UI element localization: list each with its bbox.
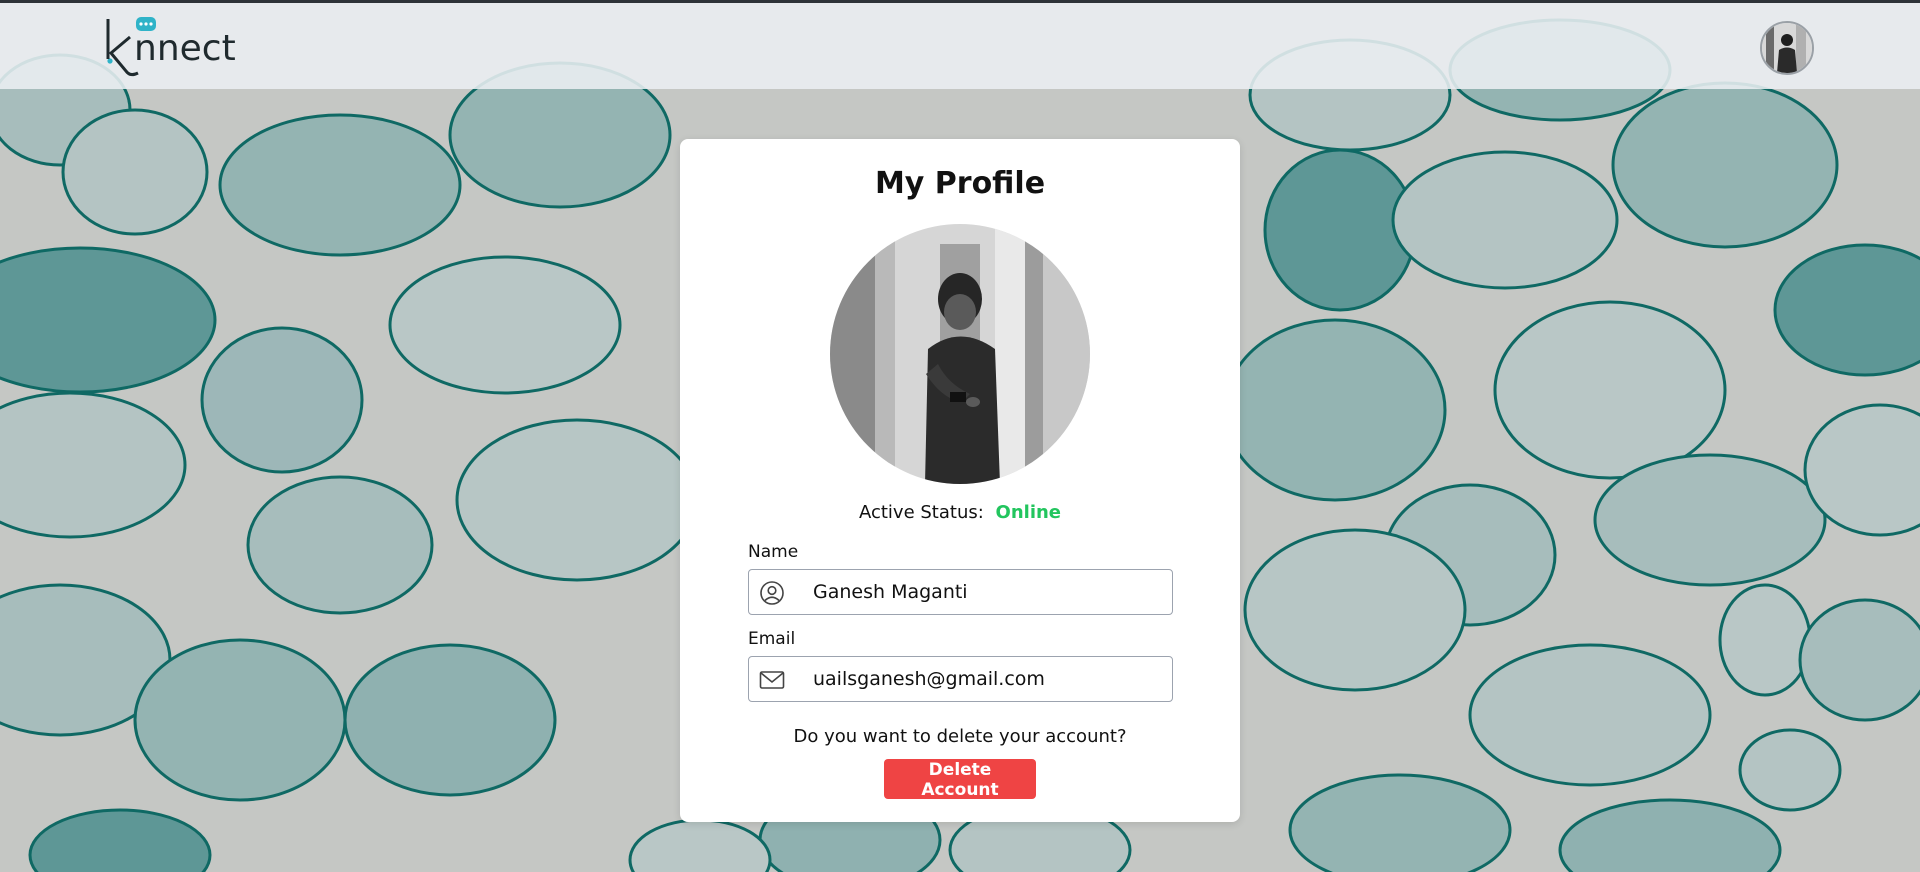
email-field[interactable] xyxy=(748,656,1173,702)
delete-account-question: Do you want to delete your account? xyxy=(793,726,1127,747)
name-input[interactable] xyxy=(813,570,1163,614)
email-label: Email xyxy=(748,629,796,649)
knnect-logo[interactable]: nnect xyxy=(104,15,264,81)
name-label: Name xyxy=(748,542,799,562)
logo-text: nnect xyxy=(134,28,236,69)
profile-photo[interactable] xyxy=(830,224,1090,484)
name-field[interactable] xyxy=(748,569,1173,615)
active-status-label: Active Status: xyxy=(858,502,984,523)
navbar-avatar[interactable] xyxy=(1760,21,1814,75)
active-status-value: Online xyxy=(995,502,1062,523)
navbar: nnect xyxy=(0,3,1920,89)
email-input[interactable] xyxy=(813,657,1163,701)
envelope-icon xyxy=(759,671,785,689)
profile-card: My Profile Active Status: Online Name Ga… xyxy=(680,139,1240,822)
user-circle-icon xyxy=(760,581,784,605)
delete-account-button[interactable]: Delete Account xyxy=(884,759,1036,800)
page-title: My Profile xyxy=(874,166,1046,201)
active-status: Active Status: Online xyxy=(680,502,1240,523)
